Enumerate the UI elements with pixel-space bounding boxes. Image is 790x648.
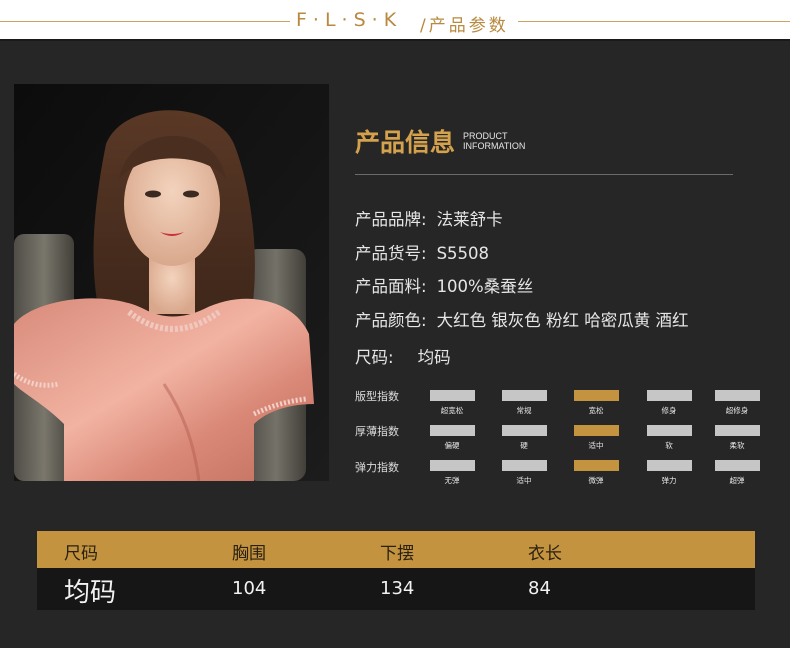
index-bar	[429, 425, 475, 436]
spec-value: 均码	[417, 348, 451, 367]
spec-sku: 产品货号: S5508	[355, 240, 489, 264]
size-table-cell: 均码	[64, 578, 117, 608]
header-baseline	[0, 39, 790, 41]
spec-value: S5508	[436, 244, 490, 263]
header-rule-right	[518, 21, 790, 22]
header-rule-left	[0, 21, 290, 22]
spec-key: 产品品牌:	[355, 210, 427, 229]
spec-colors: 产品颜色: 大红色 银灰色 粉红 哈密瓜黄 酒红	[355, 307, 689, 331]
index-bar	[429, 460, 475, 471]
size-table-header-cell: 尺码	[64, 544, 98, 564]
size-table-header-cell: 胸围	[232, 544, 266, 564]
index-option-label: 修身	[661, 406, 677, 415]
info-title: 产品信息	[355, 128, 456, 157]
index-fit-option: 宽松	[573, 390, 619, 416]
index-bar	[429, 390, 475, 401]
brand-name: F·L·S·K	[296, 9, 403, 31]
index-option-label: 微弹	[588, 476, 604, 485]
index-label-elasticity: 弹力指数	[355, 461, 399, 474]
index-option-label: 硬	[520, 441, 528, 450]
index-thickness-option: 适中	[573, 425, 619, 451]
index-bar	[573, 390, 619, 401]
spec-value: 法莱舒卡	[436, 210, 503, 229]
index-bar	[573, 460, 619, 471]
index-option-label: 软	[665, 441, 673, 450]
index-bar	[501, 390, 547, 401]
info-title-english-line2: INFORMATION	[463, 141, 526, 151]
size-table-cell: 104	[232, 578, 267, 599]
index-thickness-option: 偏硬	[429, 425, 475, 451]
index-fit-option: 修身	[646, 390, 692, 416]
index-label-thickness: 厚薄指数	[355, 425, 399, 438]
index-elasticity-option: 超弹	[714, 460, 760, 486]
size-table-cell: 134	[380, 578, 415, 599]
index-fit-option: 常规	[501, 390, 547, 416]
index-bar	[573, 425, 619, 436]
index-option-label: 偏硬	[444, 441, 460, 450]
spec-key: 产品颜色:	[355, 311, 427, 330]
header-separator: /	[420, 16, 429, 36]
index-option-label: 适中	[588, 441, 604, 450]
index-bar	[714, 390, 760, 401]
index-option-label: 柔软	[729, 441, 745, 450]
index-bar	[646, 425, 692, 436]
index-option-label: 超弹	[729, 476, 745, 485]
size-table-header-cell: 衣长	[528, 544, 562, 564]
index-elasticity-option: 无弹	[429, 460, 475, 486]
info-divider	[355, 174, 733, 175]
spec-value: 大红色 银灰色 粉红 哈密瓜黄 酒红	[436, 311, 689, 330]
spec-fabric: 产品面料: 100%桑蚕丝	[355, 273, 533, 297]
index-thickness-option: 硬	[501, 425, 547, 451]
index-option-label: 超宽松	[440, 406, 464, 415]
index-bar	[646, 460, 692, 471]
model-illustration	[14, 84, 329, 481]
index-option-label: 弹力	[661, 476, 677, 485]
spec-key: 尺码:	[355, 348, 394, 367]
index-bar	[501, 460, 547, 471]
info-title-english-line1: PRODUCT	[463, 131, 508, 141]
index-thickness-option: 软	[646, 425, 692, 451]
index-option-label: 无弹	[444, 476, 460, 485]
index-option-label: 适中	[516, 476, 532, 485]
index-fit-option: 超宽松	[429, 390, 475, 416]
size-table-header: 尺码 胸围 下摆 衣长	[37, 531, 755, 568]
product-photo	[14, 84, 329, 481]
page-header: F·L·S·K /产品参数	[0, 0, 790, 41]
info-title-english: PRODUCT INFORMATION	[463, 131, 525, 151]
spec-key: 产品面料:	[355, 277, 427, 296]
index-label-fit: 版型指数	[355, 390, 399, 403]
index-bar	[714, 460, 760, 471]
size-table-header-cell: 下摆	[380, 544, 414, 564]
index-option-label: 超修身	[725, 406, 749, 415]
index-elasticity-option: 微弹	[573, 460, 619, 486]
index-thickness-option: 柔软	[714, 425, 760, 451]
size-table-row: 均码 104 134 84	[37, 568, 755, 610]
spec-key: 产品货号:	[355, 244, 427, 263]
index-bar	[714, 425, 760, 436]
index-bar	[646, 390, 692, 401]
header-title: /产品参数	[420, 11, 509, 36]
index-fit-option: 超修身	[714, 390, 760, 416]
header-title-text: 产品参数	[428, 16, 509, 36]
index-elasticity-option: 适中	[501, 460, 547, 486]
spec-value: 100%桑蚕丝	[436, 277, 534, 296]
index-elasticity-option: 弹力	[646, 460, 692, 486]
index-bar	[501, 425, 547, 436]
size-table-cell: 84	[528, 578, 551, 599]
spec-brand: 产品品牌: 法莱舒卡	[355, 206, 503, 230]
index-option-label: 常规	[516, 406, 532, 415]
index-option-label: 宽松	[588, 406, 604, 415]
spec-size: 尺码: 均码	[355, 344, 451, 368]
